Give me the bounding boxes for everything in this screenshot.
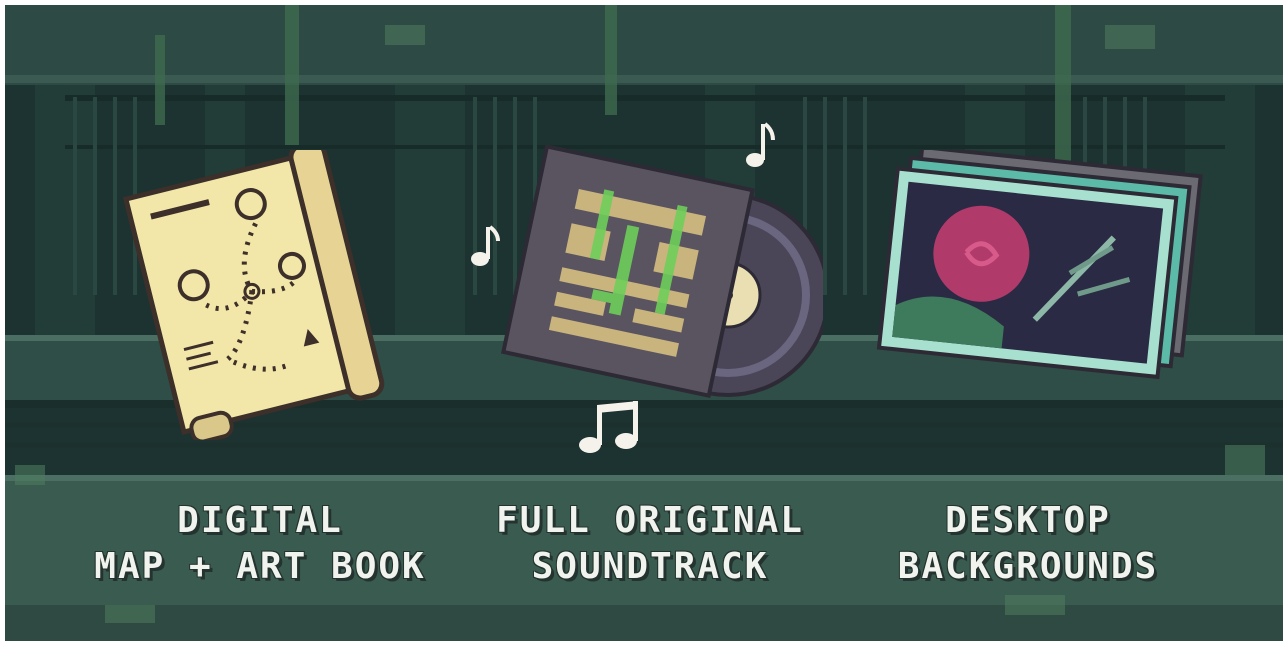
caption-line-1: DESKTOP <box>945 500 1111 541</box>
caption-line-2: SOUNDTRACK <box>531 546 769 587</box>
photo-stack-icon <box>876 150 1203 380</box>
caption-line-1: FULL ORIGINAL <box>496 500 804 541</box>
treasure-map-icon <box>123 150 385 440</box>
caption-line-2: BACKGROUNDS <box>897 546 1159 587</box>
feature-caption-map-art-book: DIGITAL MAP + ART BOOK <box>60 498 460 590</box>
double-music-note-icon <box>579 401 638 453</box>
vinyl-record-icon <box>500 145 823 398</box>
feature-caption-desktop-backgrounds: DESKTOP BACKGROUNDS <box>828 498 1228 590</box>
feature-caption-soundtrack: FULL ORIGINAL SOUNDTRACK <box>450 498 850 590</box>
bonus-content-banner: DIGITAL MAP + ART BOOK FULL ORIGINAL SOU… <box>5 5 1283 641</box>
caption-line-2: MAP + ART BOOK <box>94 546 426 587</box>
caption-line-1: DIGITAL <box>177 500 343 541</box>
